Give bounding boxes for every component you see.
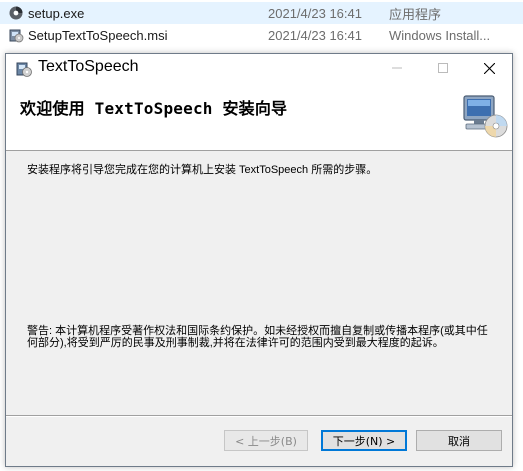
wizard-banner: 欢迎使用 TextToSpeech 安装向导	[6, 82, 512, 151]
maximize-button[interactable]	[420, 54, 466, 82]
installer-app-icon	[16, 62, 32, 77]
file-date: 2021/4/23 16:41	[268, 5, 362, 21]
file-type: Windows Install...	[389, 27, 491, 43]
close-icon	[483, 62, 495, 74]
button-separator	[6, 415, 512, 417]
next-button[interactable]: 下一步(N) >	[321, 430, 407, 451]
file-date: 2021/4/23 16:41	[268, 27, 362, 43]
installer-dialog: TextToSpeech 欢迎使用 TextToSpeech 安装向导 安装程序…	[5, 53, 513, 467]
back-button[interactable]: < 上一步(B)	[224, 430, 308, 451]
wizard-heading: 欢迎使用 TextToSpeech 安装向导	[20, 99, 288, 118]
wizard-content: 安装程序将引导您完成在您的计算机上安装 TextToSpeech 所需的步骤。 …	[6, 151, 512, 409]
file-type: 应用程序	[389, 6, 442, 22]
close-button[interactable]	[466, 54, 512, 82]
minimize-button[interactable]	[374, 54, 420, 82]
file-row-setup-msi[interactable]: SetupTextToSpeech.msi 2021/4/23 16:41 Wi…	[0, 24, 523, 46]
maximize-icon	[438, 63, 448, 73]
minimize-icon	[392, 67, 402, 69]
file-name: SetupTextToSpeech.msi	[28, 27, 168, 43]
title-bar[interactable]: TextToSpeech	[6, 54, 512, 82]
window-title: TextToSpeech	[38, 58, 139, 75]
file-row-setup-exe[interactable]: setup.exe 2021/4/23 16:41 应用程序	[0, 2, 523, 24]
file-name: setup.exe	[28, 5, 85, 21]
msi-installer-icon	[9, 29, 24, 43]
copyright-warning: 警告: 本计算机程序受著作权法和国际条约保护。如未经授权而擅自复制或传播本程序(…	[27, 325, 488, 349]
computer-cd-icon	[463, 95, 508, 138]
intro-text: 安装程序将引导您完成在您的计算机上安装 TextToSpeech 所需的步骤。	[27, 164, 378, 176]
setup-exe-icon	[9, 6, 23, 20]
cancel-button[interactable]: 取消	[416, 430, 502, 451]
